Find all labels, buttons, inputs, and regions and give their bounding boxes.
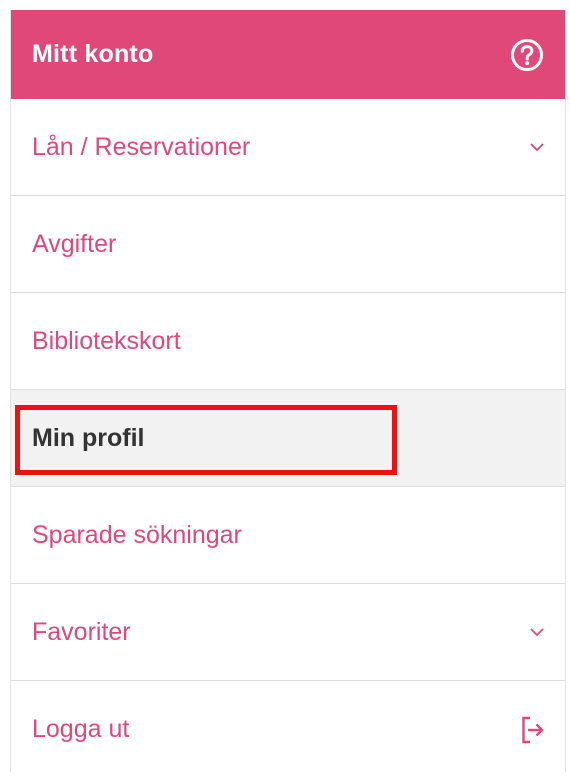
menu-item-my-profile[interactable]: Min profil [11,390,565,487]
question-circle-icon[interactable] [509,37,545,73]
logout-icon[interactable] [521,715,545,745]
account-menu-panel: Mitt konto Lån / Reservationer Avgifter … [10,10,566,772]
account-menu-list: Lån / Reservationer Avgifter Biblioteksk… [11,99,565,778]
menu-item-library-card[interactable]: Bibliotekskort [11,293,565,390]
menu-item-label: Lån / Reservationer [32,132,251,161]
menu-item-loans-reservations[interactable]: Lån / Reservationer [11,99,565,196]
chevron-down-icon[interactable] [529,142,545,152]
menu-item-label: Favoriter [32,617,131,646]
menu-item-label: Sparade sökningar [32,520,242,549]
menu-item-label: Bibliotekskort [32,326,181,355]
account-menu-title: Mitt konto [32,40,154,68]
account-menu-header: Mitt konto [11,10,565,99]
menu-item-label: Avgifter [32,229,117,258]
menu-item-label: Logga ut [32,715,130,743]
chevron-down-icon[interactable] [529,627,545,637]
menu-item-saved-searches[interactable]: Sparade sökningar [11,487,565,584]
menu-item-favorites[interactable]: Favoriter [11,584,565,681]
menu-item-label: Min profil [32,423,145,452]
menu-item-logout[interactable]: Logga ut [11,681,565,778]
menu-item-fees[interactable]: Avgifter [11,196,565,293]
